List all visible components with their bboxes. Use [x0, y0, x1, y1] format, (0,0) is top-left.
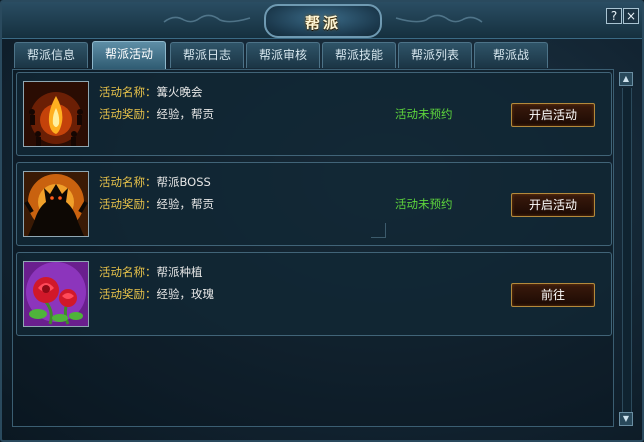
scroll-down-arrow-icon[interactable]: ▼: [619, 412, 633, 426]
tab-bar: 帮派信息 帮派活动 帮派日志 帮派审核 帮派技能 帮派列表 帮派战: [14, 41, 634, 70]
tab-guild-war[interactable]: 帮派战: [474, 42, 548, 68]
title-bar[interactable]: 帮派 ? ×: [2, 2, 642, 39]
activity-reward: 经验，帮贡: [156, 197, 215, 211]
activity-status: 活动未预约: [395, 107, 453, 121]
bonfire-icon: [23, 81, 89, 147]
go-button[interactable]: 前往: [511, 283, 595, 307]
activity-list: 活动名称：篝火晚会 活动奖励：经验，帮贡 活动未预约 开启活动 活动名称：帮派B…: [12, 69, 614, 427]
activity-reward: 经验，帮贡: [156, 107, 215, 121]
activity-name: 帮派种植: [156, 265, 203, 279]
list-item: 活动名称：篝火晚会 活动奖励：经验，帮贡 活动未预约 开启活动: [16, 72, 612, 156]
background-ornament: [371, 223, 386, 238]
guild-window: 帮派 ? × 帮派信息 帮派活动 帮派日志 帮派审核 帮派技能 帮派列表 帮派战: [0, 0, 644, 442]
activity-name-label: 活动名称：: [99, 265, 157, 279]
activity-name: 帮派BOSS: [156, 175, 211, 189]
scrollbar[interactable]: ▲ ▼: [619, 72, 633, 428]
start-activity-button[interactable]: 开启活动: [511, 193, 595, 217]
scroll-up-arrow-icon[interactable]: ▲: [619, 72, 633, 86]
close-button[interactable]: ×: [623, 8, 639, 24]
tab-guild-list[interactable]: 帮派列表: [398, 42, 472, 68]
activity-name-label: 活动名称：: [99, 85, 157, 99]
start-activity-button[interactable]: 开启活动: [511, 103, 595, 127]
tab-guild-skills[interactable]: 帮派技能: [322, 42, 396, 68]
activity-reward-label: 活动奖励：: [99, 287, 157, 301]
tab-guild-activities[interactable]: 帮派活动: [92, 41, 166, 69]
activity-reward: 经验，玫瑰: [156, 287, 215, 301]
cloud-ornament-icon: [395, 14, 483, 23]
scroll-track[interactable]: [622, 88, 632, 412]
tab-guild-log[interactable]: 帮派日志: [170, 42, 244, 68]
activity-name-label: 活动名称：: [99, 175, 157, 189]
tab-guild-info[interactable]: 帮派信息: [14, 42, 88, 68]
activity-reward-label: 活动奖励：: [99, 107, 157, 121]
cloud-ornament-icon: [163, 14, 251, 23]
boss-icon: [23, 171, 89, 237]
activity-name: 篝火晚会: [156, 85, 203, 99]
list-item: 活动名称：帮派种植 活动奖励：经验，玫瑰 前往: [16, 252, 612, 336]
activity-status: 活动未预约: [395, 197, 453, 211]
list-item: 活动名称：帮派BOSS 活动奖励：经验，帮贡 活动未预约 开启活动: [16, 162, 612, 246]
rose-icon: [23, 261, 89, 327]
window-title: 帮派: [304, 14, 341, 32]
activity-reward-label: 活动奖励：: [99, 197, 157, 211]
title-plate: 帮派: [264, 4, 382, 38]
tab-guild-review[interactable]: 帮派审核: [246, 42, 320, 68]
help-button[interactable]: ?: [606, 8, 622, 24]
